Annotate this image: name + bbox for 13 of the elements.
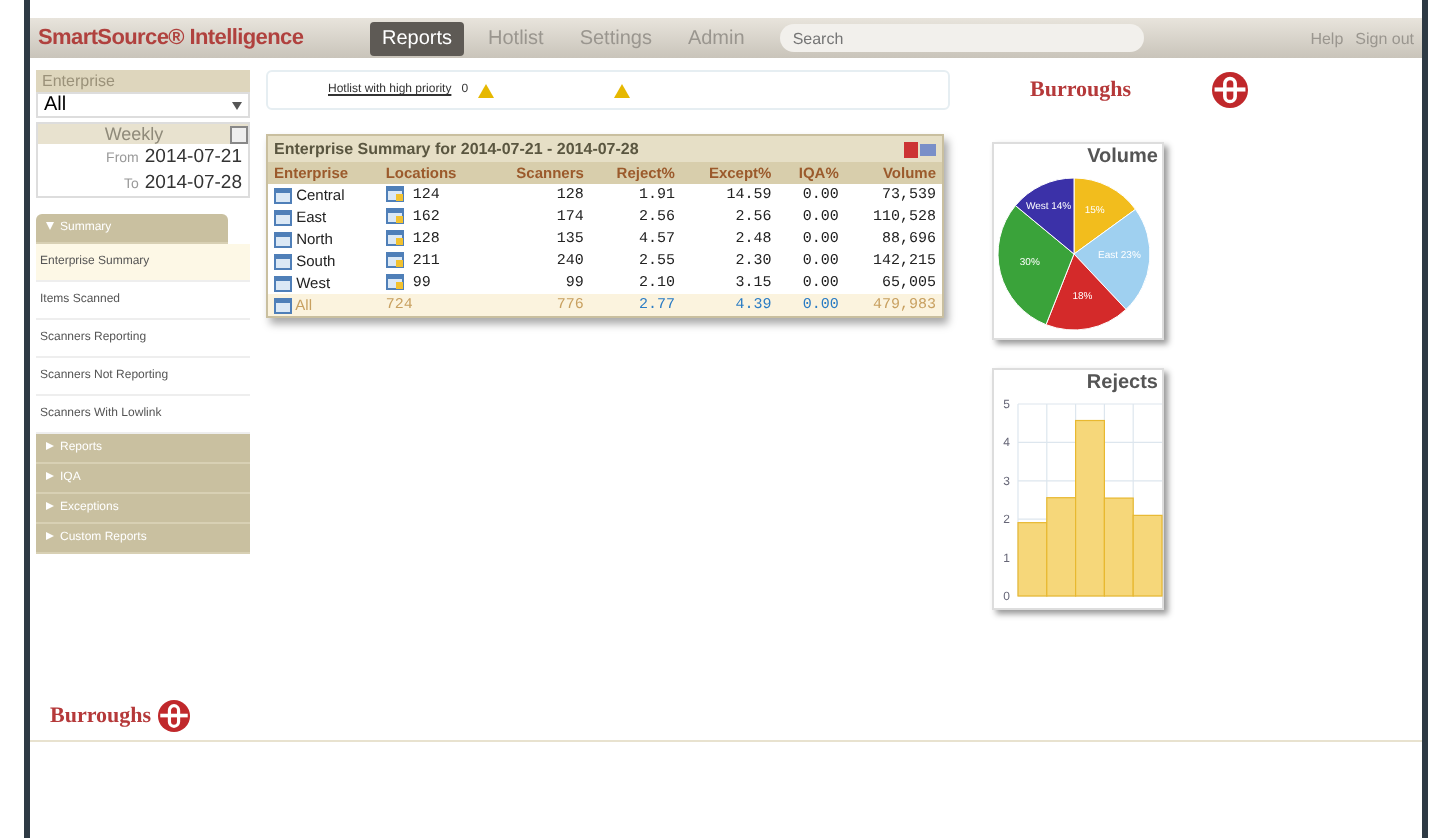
company-logo: Burroughs [50,704,152,728]
chart-title: Volume [1085,144,1160,170]
from-date[interactable]: 2014-07-21 [144,146,242,168]
nav-tab[interactable]: Reports [370,21,465,55]
panel-title: Enterprise Summary for 2014-07-21 - 2014-07-28 [274,140,639,158]
enterprise-select[interactable]: All [36,92,250,118]
chart-title: Rejects [1084,370,1160,396]
search-field[interactable]: Search [780,24,1145,52]
to-date[interactable]: 2014-07-28 [144,172,242,194]
enterprise-label: Enterprise [36,70,250,92]
period-label: Weekly [102,124,166,144]
app-brand: SmartSource® Intelligence [38,26,306,50]
company-logo: Burroughs [1030,78,1132,102]
